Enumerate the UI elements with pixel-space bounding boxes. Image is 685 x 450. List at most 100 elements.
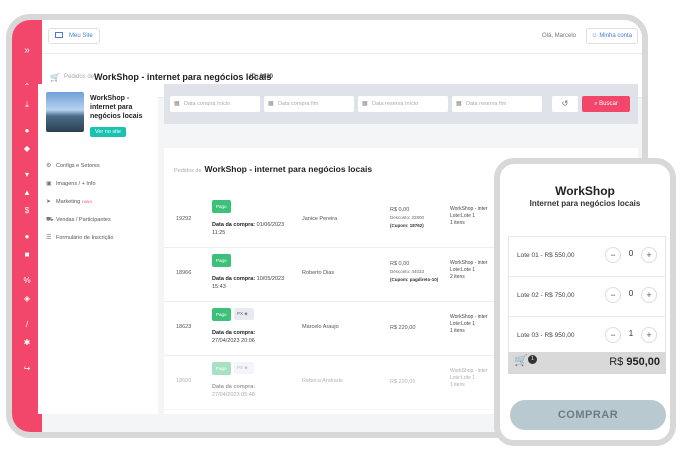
calendar-icon: ▦ — [268, 101, 274, 107]
plus-button[interactable]: + — [641, 287, 657, 303]
payment-method: PX — [237, 311, 244, 316]
phone-event-title: WorkShop — [555, 184, 615, 198]
menu-item-images[interactable]: ▣ Imagens / + Info — [46, 180, 96, 187]
customer-name: Janice Pereira — [302, 216, 338, 222]
user-greeting: Olá, Marcelo — [541, 33, 576, 39]
plus-button[interactable]: + — [641, 247, 657, 263]
menu-item-settings[interactable]: ⚙ Configs e Setores — [46, 162, 100, 169]
cart-icon: 🛒 — [50, 73, 60, 82]
purchase-date: Data da compra: 10/05/2023 15:43 — [212, 275, 284, 291]
reserve-start-date-input[interactable]: ▦ Data reserva Início — [358, 96, 448, 112]
placeholder: Data reserva Início — [372, 101, 419, 107]
customer-name: Rebeca Andrade — [302, 378, 343, 384]
page-title: WorkShop - internet para negócios locais — [94, 72, 272, 82]
discount: Desconto: 44033 — [390, 269, 425, 274]
reserve-end-date-input[interactable]: ▦ Data reserva fim — [452, 96, 542, 112]
orders-title-prefix: Pedidos de — [174, 168, 202, 174]
currency: R$ — [609, 356, 624, 368]
phone-event-subtitle: Internet para negócios locais — [529, 199, 641, 208]
new-badge: novo — [82, 199, 92, 204]
lot-quantity: 0 — [628, 249, 634, 258]
my-account-button[interactable]: ☺ Minha conta — [585, 28, 638, 44]
ticket-event: WorkShop - inter — [450, 314, 488, 320]
reset-button[interactable]: ↺ — [552, 96, 578, 112]
view-site-button[interactable]: Ver no site — [90, 127, 126, 137]
date-value: 27/04/2023 20:06 — [212, 338, 255, 344]
purchase-end-date-input[interactable]: ▦ Data compra fim — [264, 96, 354, 112]
lot-label: Lote 01 - R$ 550,00 — [517, 252, 575, 259]
order-price: R$ 0,00 Desconto: 22800 (Cupom: 18762) — [390, 206, 424, 230]
calendar-icon: ▦ — [362, 101, 368, 107]
search-label: Buscar — [599, 101, 618, 107]
list-item: Lote 03 - R$ 950,00 − 1 + — [509, 317, 665, 357]
purchase-start-date-input[interactable]: ▦ Data compra Início — [170, 96, 260, 112]
pix-icon: ◈ — [244, 365, 248, 370]
orders-title-text: WorkShop - internet para negócios locais — [204, 164, 373, 174]
coupon: (Cupom: 18762) — [390, 223, 424, 228]
buy-button[interactable]: COMPRAR — [510, 400, 666, 430]
date-label: Data da compra: — [212, 276, 256, 282]
cart-total: R$ 950,00 — [609, 356, 660, 368]
date-label: Data da compra: — [212, 384, 256, 390]
ticket-info: WorkShop - inter Lote:Lote 1 1 itens — [450, 314, 487, 335]
ticket-event: WorkShop - inter — [450, 260, 488, 266]
cart-icon[interactable]: 🛒 — [514, 354, 528, 367]
event-panel: WorkShop - internet para negócios locais… — [38, 84, 158, 414]
menu-item-label: Marketing — [56, 199, 81, 205]
monitor-icon — [55, 32, 63, 38]
price-value: R$ 0,00 — [390, 261, 410, 267]
calendar-icon: ▦ — [456, 101, 462, 107]
menu-item-form[interactable]: ☰ Formulário de Inscrição — [46, 234, 113, 241]
plus-button[interactable]: + — [641, 327, 657, 343]
placeholder: Data compra Início — [184, 101, 231, 107]
status-badge: Pago — [212, 200, 231, 213]
my-site-button[interactable]: Meu Site — [48, 28, 100, 44]
status-badge: Pago — [212, 254, 231, 267]
minus-button[interactable]: − — [605, 247, 621, 263]
purchase-date: Data da compra: 01/06/2023 11:25 — [212, 221, 284, 237]
coupon: (Cupom: pagdireto-10) — [390, 277, 439, 282]
menu-item-label: Formulário de Inscrição — [56, 235, 114, 241]
order-price: R$ 220,00 — [390, 378, 415, 386]
filter-bar: ▦ Data compra Início ▦ Data compra fim ▦ Da… — [164, 84, 638, 124]
status-badge: Pago — [212, 308, 231, 321]
gear-icon: ⚙ — [46, 163, 52, 169]
menu-item-marketing[interactable]: ➤ Marketing novo — [46, 198, 92, 205]
event-thumbnail — [46, 92, 84, 132]
customer-name: Roberto Dias — [302, 270, 335, 276]
total-value: 950,00 — [626, 356, 660, 368]
calendar-icon: ▦ — [174, 101, 180, 107]
phone-frame: WorkShop Internet para negócios locais L… — [494, 158, 676, 446]
expand-icon[interactable]: » — [12, 46, 42, 56]
date-value: 27/04/2023 05:48 — [212, 392, 255, 398]
ticket-count: 1 itens — [450, 328, 465, 334]
menu-item-sales[interactable]: ⛟ Vendas / Participantes — [46, 216, 111, 224]
purchase-date: Data da compra: 27/04/2023 20:06 — [212, 329, 255, 345]
list-item: Lote 02 - R$ 750,00 − 0 + — [509, 277, 665, 317]
order-price: R$ 0,00 Desconto: 44033 (Cupom: pagdiret… — [390, 260, 438, 284]
minus-button[interactable]: − — [605, 327, 621, 343]
ticket-event: WorkShop - inter — [450, 206, 488, 212]
lot-quantity: 0 — [628, 289, 634, 298]
ticket-event: WorkShop - inter — [450, 368, 488, 374]
lot-quantity: 1 — [628, 329, 634, 338]
my-account-label: Minha conta — [599, 33, 632, 39]
undo-icon: ↺ — [561, 99, 569, 108]
event-title: WorkShop - internet para negócios locais — [90, 95, 143, 120]
orders-title: Pedidos de WorkShop - internet para negóc… — [174, 164, 372, 174]
date-value: 01/06/2023 — [256, 222, 285, 228]
time-value: 11:25 — [212, 230, 226, 236]
time-value: 15:43 — [212, 284, 226, 290]
search-button[interactable]: ⌕ Buscar — [582, 96, 630, 112]
menu-item-label: Vendas / Participantes — [56, 217, 111, 223]
cart-total-bar: 🛒 1 R$ 950,00 — [508, 352, 666, 374]
my-site-label: Meu Site — [69, 33, 93, 39]
image-icon: ▣ — [46, 181, 52, 187]
minus-button[interactable]: − — [605, 287, 621, 303]
order-price: R$ 220,00 — [390, 324, 415, 332]
menu-item-label: Imagens / + Info — [56, 181, 96, 187]
ticket-info: WorkShop - inter Lote:Lote 1 1 itens — [450, 368, 487, 389]
pix-icon: ◈ — [244, 311, 248, 316]
form-icon: ☰ — [46, 235, 52, 241]
payment-method-badge: PX ◈ — [234, 362, 254, 374]
